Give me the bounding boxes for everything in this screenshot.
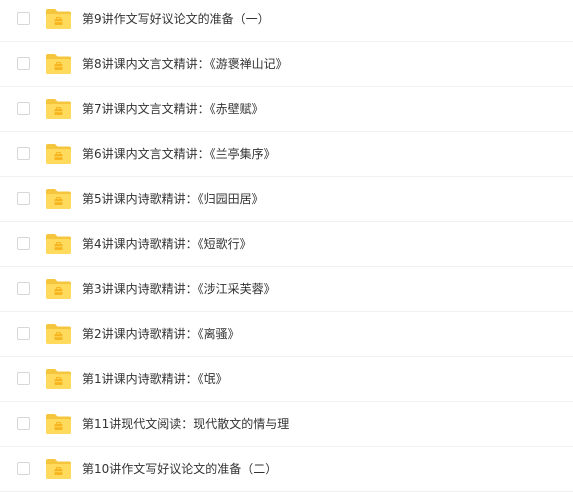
file-name[interactable]: 第4讲课内诗歌精讲：《短歌行》 <box>82 222 252 266</box>
file-list: 第9讲作文写好议论文的准备（一） 第8讲课内文言文精讲：《游褒禅山记》 第7讲课… <box>0 0 573 492</box>
folder-icon <box>45 52 72 75</box>
file-name[interactable]: 第6讲课内文言文精讲：《兰亭集序》 <box>82 132 276 176</box>
folder-icon <box>45 367 72 390</box>
row-checkbox[interactable] <box>17 237 30 250</box>
list-item[interactable]: 第3讲课内诗歌精讲：《涉江采芙蓉》 <box>0 267 573 312</box>
list-item[interactable]: 第8讲课内文言文精讲：《游褒禅山记》 <box>0 42 573 87</box>
folder-icon <box>45 277 72 300</box>
row-checkbox[interactable] <box>17 327 30 340</box>
row-checkbox[interactable] <box>17 147 30 160</box>
row-checkbox[interactable] <box>17 192 30 205</box>
file-name[interactable]: 第9讲作文写好议论文的准备（一） <box>82 0 270 41</box>
file-name[interactable]: 第8讲课内文言文精讲：《游褒禅山记》 <box>82 42 288 86</box>
file-name[interactable]: 第10讲作文写好议论文的准备（二） <box>82 447 277 491</box>
folder-icon <box>45 457 72 480</box>
folder-icon <box>45 187 72 210</box>
file-name[interactable]: 第7讲课内文言文精讲：《赤壁赋》 <box>82 87 264 131</box>
row-checkbox[interactable] <box>17 372 30 385</box>
row-checkbox[interactable] <box>17 462 30 475</box>
row-checkbox[interactable] <box>17 417 30 430</box>
folder-icon <box>45 232 72 255</box>
list-item[interactable]: 第11讲现代文阅读：现代散文的情与理 <box>0 402 573 447</box>
list-item[interactable]: 第4讲课内诗歌精讲：《短歌行》 <box>0 222 573 267</box>
list-item[interactable]: 第9讲作文写好议论文的准备（一） <box>0 0 573 42</box>
row-checkbox[interactable] <box>17 57 30 70</box>
list-item[interactable]: 第5讲课内诗歌精讲：《归园田居》 <box>0 177 573 222</box>
folder-icon <box>45 412 72 435</box>
folder-icon <box>45 142 72 165</box>
list-item[interactable]: 第2讲课内诗歌精讲：《离骚》 <box>0 312 573 357</box>
list-item[interactable]: 第10讲作文写好议论文的准备（二） <box>0 447 573 492</box>
file-name[interactable]: 第1讲课内诗歌精讲：《氓》 <box>82 357 228 401</box>
row-checkbox[interactable] <box>17 102 30 115</box>
row-checkbox[interactable] <box>17 12 30 25</box>
list-item[interactable]: 第1讲课内诗歌精讲：《氓》 <box>0 357 573 402</box>
list-item[interactable]: 第7讲课内文言文精讲：《赤壁赋》 <box>0 87 573 132</box>
folder-icon <box>45 322 72 345</box>
folder-icon <box>45 97 72 120</box>
list-item[interactable]: 第6讲课内文言文精讲：《兰亭集序》 <box>0 132 573 177</box>
folder-icon <box>45 7 72 30</box>
file-name[interactable]: 第3讲课内诗歌精讲：《涉江采芙蓉》 <box>82 267 276 311</box>
row-checkbox[interactable] <box>17 282 30 295</box>
file-name[interactable]: 第5讲课内诗歌精讲：《归园田居》 <box>82 177 264 221</box>
file-name[interactable]: 第11讲现代文阅读：现代散文的情与理 <box>82 402 289 446</box>
file-name[interactable]: 第2讲课内诗歌精讲：《离骚》 <box>82 312 240 356</box>
